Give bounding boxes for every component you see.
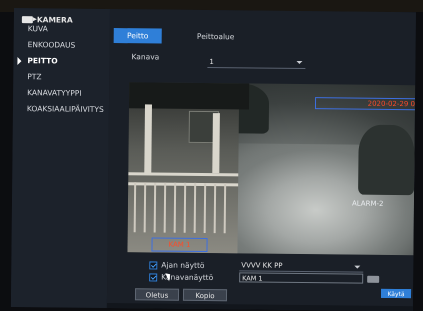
time-format-value: VVVV KK PP <box>241 261 283 270</box>
baluster <box>173 182 177 233</box>
sidebar-item-label: KUVA <box>27 24 48 34</box>
tab-peitto[interactable]: Peitto <box>113 28 162 44</box>
sidebar-item-label: ENKOODAUS <box>27 40 76 50</box>
channel-select-value: 1 <box>209 58 214 67</box>
baluster <box>163 182 167 233</box>
sidebar-item-label: PTZ <box>27 72 42 82</box>
baluster <box>203 183 207 234</box>
camera-name-overlay[interactable]: KAM 1 <box>151 237 208 253</box>
default-button[interactable]: Oletus <box>134 288 180 301</box>
sidebar-item-label: KOAKSIAALIPÄIVITYS <box>26 104 104 114</box>
baluster <box>143 182 147 233</box>
channel-label: Kanava <box>131 52 160 62</box>
bush-silhouette <box>358 124 415 196</box>
porch-post <box>212 113 220 174</box>
sidebar-item-ptz[interactable]: PTZ <box>13 69 109 86</box>
baluster <box>153 182 157 233</box>
time-display-label: Ajan näyttö <box>161 260 205 271</box>
channel-select[interactable]: 1 <box>207 56 306 70</box>
time-format-select[interactable]: VVVV KK PP <box>239 260 364 273</box>
sidebar-item-enkoodaus[interactable]: ENKOODAUS <box>14 37 110 54</box>
triangle-right-icon <box>17 57 22 66</box>
tab-peittoalue[interactable]: Peittoalue <box>188 29 244 45</box>
baluster <box>213 183 217 234</box>
sidebar-item-label: PEITTO <box>27 56 58 66</box>
channel-display-checkbox[interactable] <box>149 273 158 282</box>
baluster <box>193 182 197 233</box>
main-panel: Peitto Peittoalue Kanava 1 2020-02-29 01… <box>106 9 416 311</box>
channel-name-value: KAM 1 <box>242 274 263 283</box>
apply-button[interactable]: Käytä <box>380 288 412 299</box>
porch-rail <box>128 172 239 177</box>
sidebar-item-peitto[interactable]: PEITTO <box>13 53 109 70</box>
channel-name-input[interactable]: KAM 1 <box>239 272 364 284</box>
camera-preview[interactable]: 2020-02-29 01:02:06 ALARM-2 KAM 1 <box>127 82 416 256</box>
sidebar-item-label: KANAVATYYPPI <box>27 88 82 98</box>
chevron-down-icon <box>296 60 303 65</box>
sidebar-item-kuva[interactable]: KUVA <box>14 21 110 38</box>
chevron-down-icon <box>354 265 361 269</box>
porch <box>127 82 250 254</box>
baluster <box>133 182 137 233</box>
copy-button[interactable]: Kopio <box>182 288 228 302</box>
time-display-checkbox[interactable] <box>149 261 158 270</box>
dvr-settings-screen: KAMERA KUVA ENKOODAUS PEITTO PTZ KANAVAT… <box>10 8 416 311</box>
sidebar-item-koaksiaalipaivitys[interactable]: KOAKSIAALIPÄIVITYS <box>13 101 109 118</box>
alarm-overlay: ALARM-2 <box>351 199 384 208</box>
porch-post <box>144 104 152 175</box>
keyboard-icon[interactable] <box>367 275 380 283</box>
date-overlay[interactable]: 2020-02-29 01:02:06 <box>314 97 416 111</box>
baluster <box>223 183 227 234</box>
sidebar-item-kanavatyyppi[interactable]: KANAVATYYPPI <box>13 85 109 102</box>
baluster <box>183 182 187 233</box>
sidebar: KAMERA KUVA ENKOODAUS PEITTO PTZ KANAVAT… <box>10 8 110 308</box>
